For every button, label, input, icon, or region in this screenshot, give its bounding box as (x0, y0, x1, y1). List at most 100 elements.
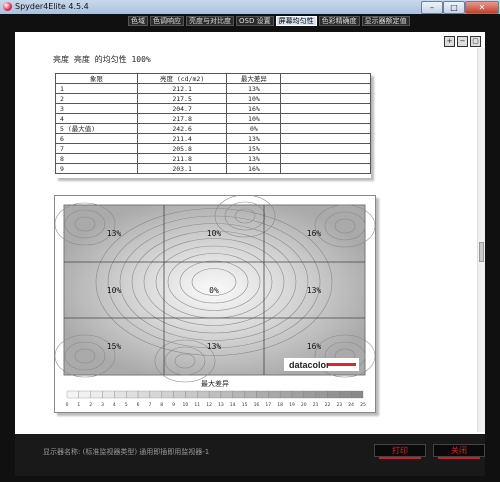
scale-tick-label: 25 (360, 402, 366, 408)
uniformity-contour-plot: 13% 10% 16% 10% 0% 13% 15% 13% 16% datacolor 最大差… (54, 194, 376, 408)
table-cell: 16% (226, 163, 282, 174)
scale-tick-label: 9 (172, 402, 175, 408)
table-row: 9 203.1 16% (55, 163, 371, 174)
scale-tick-label: 24 (348, 402, 354, 408)
minimize-button[interactable]: – (421, 1, 443, 14)
table-cell: 4 (55, 113, 138, 124)
table-cell-blank (280, 93, 371, 104)
title-bar: Spyder4Elite 4.5.4 – □ ✕ (0, 0, 500, 15)
table-cell: 3 (55, 103, 138, 114)
tab-1[interactable]: 色调响应 (150, 16, 184, 26)
table-cell: 211.8 (136, 153, 228, 164)
vertical-scrollbar[interactable] (477, 48, 485, 432)
report-panel: + − ▢ 亮度 亮度 的均匀性 100% 象限 亮度 (cd/m2) 最大差异 1… (15, 32, 485, 434)
table-cell: 212.1 (136, 83, 228, 94)
zoom-in-icon[interactable]: + (444, 36, 455, 47)
table-cell-blank (280, 83, 371, 94)
quadrant-value-1: 13% (107, 229, 122, 238)
print-button[interactable]: 打印 (374, 444, 426, 459)
scale-swatch (315, 390, 328, 399)
scale-swatch (161, 390, 174, 399)
scale-tick-label: 21 (313, 402, 319, 408)
scale-swatch (339, 390, 352, 399)
table-cell: 205.8 (136, 143, 228, 154)
tab-2[interactable]: 亮度与对比度 (186, 16, 234, 26)
table-cell: 217.5 (136, 93, 228, 104)
print-button-label: 打印 (392, 446, 408, 455)
table-cell: 2 (55, 93, 138, 104)
table-cell: 13% (226, 153, 282, 164)
tab-3[interactable]: OSD 设置 (236, 16, 274, 26)
table-cell: 211.4 (136, 133, 228, 144)
datacolor-logo: datacolor (289, 360, 330, 370)
table-row: 8 211.8 13% (55, 153, 371, 164)
footer-bar: 显示器名称: (标准监视器类型) 通用即插即用监视器-1 打印 关闭 (15, 434, 485, 476)
table-cell-blank (280, 123, 371, 134)
uniformity-table-card: 象限 亮度 (cd/m2) 最大差异 1 212.1 13% 2 217.5 10% 3 204.… (55, 73, 371, 178)
report-heading: 亮度 亮度 的均匀性 100% (53, 55, 151, 64)
close-button-label: 关闭 (451, 446, 467, 455)
uniformity-plot-card: 13% 10% 16% 10% 0% 13% 15% 13% 16% datacolor 最大差… (54, 194, 376, 413)
scrollbar-thumb[interactable] (479, 242, 484, 262)
table-cell: 13% (226, 83, 282, 94)
table-cell-blank (280, 133, 371, 144)
table-cell: 217.8 (136, 113, 228, 124)
table-cell: 16% (226, 103, 282, 114)
zoom-out-icon[interactable]: − (457, 36, 468, 47)
tab-bar: 色域 色调响应 亮度与对比度 OSD 设置 屏幕均匀性 色彩精确度 显示器额定值 (128, 16, 410, 26)
scale-swatch (208, 390, 222, 399)
table-cell: 0% (226, 123, 282, 134)
tab-4[interactable]: 屏幕均匀性 (275, 16, 317, 26)
table-cell: 10% (226, 93, 282, 104)
zoom-fit-icon[interactable]: ▢ (470, 36, 481, 47)
quadrant-value-7: 15% (107, 342, 122, 351)
scale-tick-label: 8 (160, 402, 163, 408)
table-row: 3 204.7 16% (55, 103, 371, 114)
table-cell: 7 (55, 143, 138, 154)
spyder-app-icon (3, 2, 12, 11)
quadrant-value-3: 16% (307, 229, 322, 238)
table-cell: 15% (226, 143, 282, 154)
zoom-controls: + − ▢ (444, 36, 481, 47)
scale-tick-label: 4 (113, 402, 116, 408)
scale-tick-label: 14 (230, 402, 236, 408)
tab-0[interactable]: 色域 (128, 16, 148, 26)
scale-tick-label: 22 (325, 402, 331, 408)
scale-swatch (137, 390, 151, 399)
close-button[interactable]: 关闭 (433, 444, 485, 459)
scale-tick-label: 5 (125, 402, 128, 408)
quadrant-value-8: 13% (207, 342, 222, 351)
quadrant-value-6: 13% (307, 286, 322, 295)
quadrant-value-4: 10% (107, 286, 122, 295)
scale-swatch (303, 390, 316, 399)
close-window-button[interactable]: ✕ (465, 1, 499, 14)
scale-swatch (90, 390, 103, 399)
scale-swatch (268, 390, 281, 399)
table-cell-blank (280, 153, 371, 164)
table-cell: 242.6 (136, 123, 228, 134)
scale-tick-label: 19 (289, 402, 295, 408)
tab-5[interactable]: 色彩精确度 (318, 16, 360, 26)
table-cell: 9 (55, 163, 138, 174)
table-cell-blank (280, 103, 371, 114)
scale-swatch (185, 390, 198, 399)
table-header-0: 象限 (55, 73, 138, 84)
table-row: 7 205.8 15% (55, 143, 371, 154)
table-cell: 203.1 (136, 163, 228, 174)
scale-swatch (244, 390, 257, 399)
scale-swatch (220, 390, 233, 399)
table-row: 6 211.4 13% (55, 133, 371, 144)
table-header-1: 亮度 (cd/m2) (136, 73, 228, 84)
scale-swatch (256, 390, 269, 399)
maximize-button[interactable]: □ (443, 1, 465, 14)
table-cell: 6 (55, 133, 138, 144)
scale-swatch (126, 390, 139, 399)
scale-swatch (232, 390, 245, 399)
scale-tick-label: 13 (218, 402, 224, 408)
scale-swatch (291, 390, 304, 399)
tab-6[interactable]: 显示器额定值 (361, 16, 410, 26)
table-row: 4 217.8 10% (55, 113, 371, 124)
scale-tick-label: 18 (277, 402, 283, 408)
table-cell-blank (280, 113, 371, 124)
table-row: 2 217.5 10% (55, 93, 371, 104)
